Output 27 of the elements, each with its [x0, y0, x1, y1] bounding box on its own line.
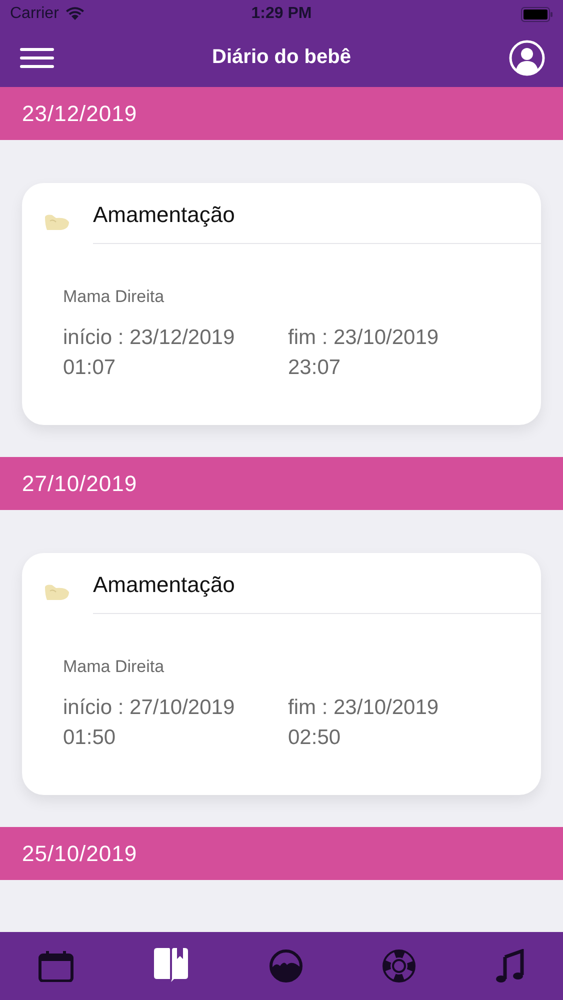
lifebuoy-tab[interactable]: [382, 949, 416, 983]
breast-side: Mama Direita: [63, 287, 166, 307]
wifi-icon: [64, 7, 85, 21]
book-tab[interactable]: [153, 947, 190, 985]
battery-icon: [521, 6, 553, 22]
profile-button[interactable]: [509, 40, 545, 76]
entry-card[interactable]: Amamentação Mama Direita início : 27/10/2019 01:50 fim : 23/10/2019 02:50: [22, 553, 541, 795]
screen-title: Diário do bebê: [212, 46, 351, 69]
breast-icon: [44, 213, 70, 231]
landscape-tab[interactable]: [268, 949, 302, 983]
calendar-tab[interactable]: [38, 950, 74, 982]
music-tab[interactable]: [495, 949, 525, 983]
start-time: início : 27/10/2019 01:50: [63, 695, 236, 751]
breast-side: Mama Direita: [63, 657, 166, 677]
date-header: 27/10/2019: [0, 457, 563, 510]
carrier-label: Carrier: [10, 5, 59, 23]
end-time: fim : 23/10/2019 02:50: [288, 695, 440, 751]
date-header: 23/12/2019: [0, 87, 563, 140]
start-time: início : 23/12/2019 01:07: [63, 325, 236, 381]
end-time: fim : 23/10/2019 23:07: [288, 325, 440, 381]
entry-card[interactable]: Amamentação Mama Direita início : 23/12/2019 01:07 fim : 23/10/2019 23:07: [22, 183, 541, 425]
breast-icon: [44, 583, 70, 601]
clock-time: 1:29 PM: [251, 5, 312, 23]
menu-button[interactable]: [20, 46, 54, 68]
date-header: 25/10/2019: [0, 827, 563, 880]
entry-title: Amamentação: [93, 570, 541, 614]
entry-title: Amamentação: [93, 200, 541, 244]
